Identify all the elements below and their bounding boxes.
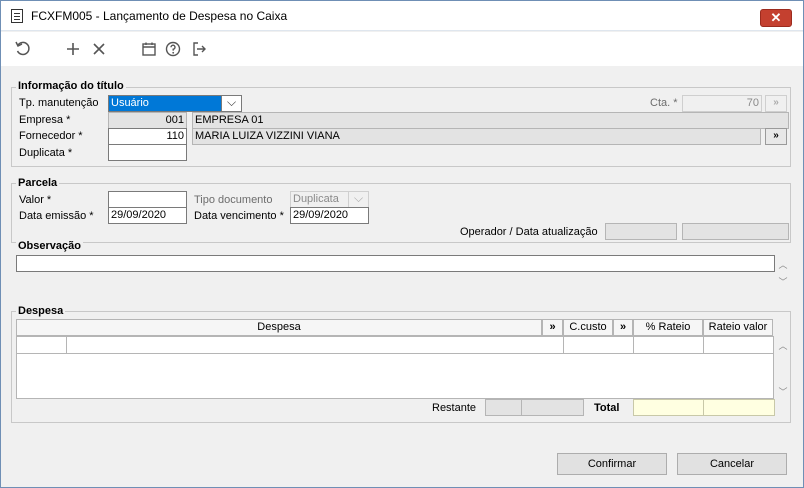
- window: FCXFM005 - Lançamento de Despesa no Caix…: [0, 0, 804, 488]
- despesa-title: Despesa: [16, 305, 66, 317]
- col-lookup-despesa-button[interactable]: »: [542, 319, 563, 336]
- undo-icon[interactable]: [13, 39, 33, 59]
- data-vencimento-field[interactable]: 29/09/2020: [290, 207, 369, 224]
- restante-field-1: [485, 399, 522, 416]
- parcela-title: Parcela: [16, 177, 60, 189]
- cta-lookup-button[interactable]: »: [765, 95, 787, 112]
- fornecedor-code-field[interactable]: 110: [108, 128, 187, 145]
- empresa-code-field[interactable]: 001: [108, 112, 187, 129]
- exit-icon[interactable]: [189, 39, 209, 59]
- col-header-despesa[interactable]: Despesa: [16, 319, 542, 336]
- scroll-up-icon[interactable]: ︿: [776, 339, 790, 352]
- empresa-name-field: EMPRESA 01: [192, 112, 789, 129]
- scroll-down-icon[interactable]: ﹀: [776, 385, 790, 398]
- info-titulo-title: Informação do título: [16, 80, 126, 92]
- tp-manutencao-select[interactable]: Usuário: [108, 95, 222, 112]
- total-field-2: [703, 399, 775, 416]
- app-icon: [11, 9, 23, 23]
- table-row-cell[interactable]: [633, 336, 704, 354]
- tipo-documento-select[interactable]: Duplicata: [290, 191, 349, 208]
- add-icon[interactable]: [63, 39, 83, 59]
- data-emissao-field[interactable]: 29/09/2020: [108, 207, 187, 224]
- col-header-ccusto[interactable]: C.custo: [563, 319, 613, 336]
- fornecedor-label: Fornecedor *: [19, 130, 83, 142]
- col-lookup-ccusto-button[interactable]: »: [613, 319, 633, 336]
- tp-manutencao-label: Tp. manutenção: [19, 97, 99, 109]
- confirm-button[interactable]: Confirmar: [557, 453, 667, 475]
- duplicata-label: Duplicata *: [19, 147, 73, 159]
- duplicata-field[interactable]: [108, 144, 187, 161]
- help-icon[interactable]: [163, 39, 183, 59]
- empresa-label: Empresa *: [19, 114, 71, 126]
- data-emissao-label: Data emissão *: [19, 210, 94, 222]
- valor-field[interactable]: [108, 191, 187, 208]
- scroll-down-icon[interactable]: ﹀: [776, 275, 790, 288]
- calendar-icon[interactable]: [139, 39, 159, 59]
- table-row-cell[interactable]: [66, 336, 564, 354]
- operador-label: Operador / Data atualização: [460, 226, 598, 238]
- title-bar: FCXFM005 - Lançamento de Despesa no Caix…: [1, 1, 803, 31]
- col-header-rateio-valor[interactable]: Rateio valor: [703, 319, 773, 336]
- restante-field-2: [521, 399, 584, 416]
- toolbar: [1, 32, 803, 66]
- chevron-down-icon[interactable]: ⌵: [222, 95, 242, 112]
- observacao-title: Observação: [16, 240, 83, 252]
- data-vencimento-label: Data vencimento *: [194, 210, 284, 222]
- fornecedor-name-field: MARIA LUIZA VIZZINI VIANA: [192, 128, 761, 145]
- cta-field[interactable]: 70: [682, 95, 762, 112]
- tipo-documento-label: Tipo documento: [194, 194, 273, 206]
- window-title: FCXFM005 - Lançamento de Despesa no Caix…: [31, 9, 288, 23]
- close-window-button[interactable]: ✕: [760, 9, 792, 27]
- data-atualizacao-field: [682, 223, 789, 240]
- table-row-cell[interactable]: [16, 336, 67, 354]
- observacao-textarea[interactable]: [16, 255, 775, 272]
- cta-label: Cta. *: [650, 97, 678, 109]
- delete-icon[interactable]: [89, 39, 109, 59]
- table-row-cell[interactable]: [703, 336, 774, 354]
- scroll-up-icon[interactable]: ︿: [776, 258, 790, 271]
- fornecedor-lookup-button[interactable]: »: [765, 128, 787, 145]
- table-row-cell[interactable]: [563, 336, 634, 354]
- operador-field: [605, 223, 677, 240]
- valor-label: Valor *: [19, 194, 52, 206]
- cancel-button[interactable]: Cancelar: [677, 453, 787, 475]
- chevron-down-icon[interactable]: ⌵: [349, 191, 369, 208]
- restante-label: Restante: [432, 402, 477, 414]
- col-header-rateio-pct[interactable]: % Rateio: [633, 319, 703, 336]
- total-field-1: [633, 399, 704, 416]
- total-label: Total: [594, 402, 620, 414]
